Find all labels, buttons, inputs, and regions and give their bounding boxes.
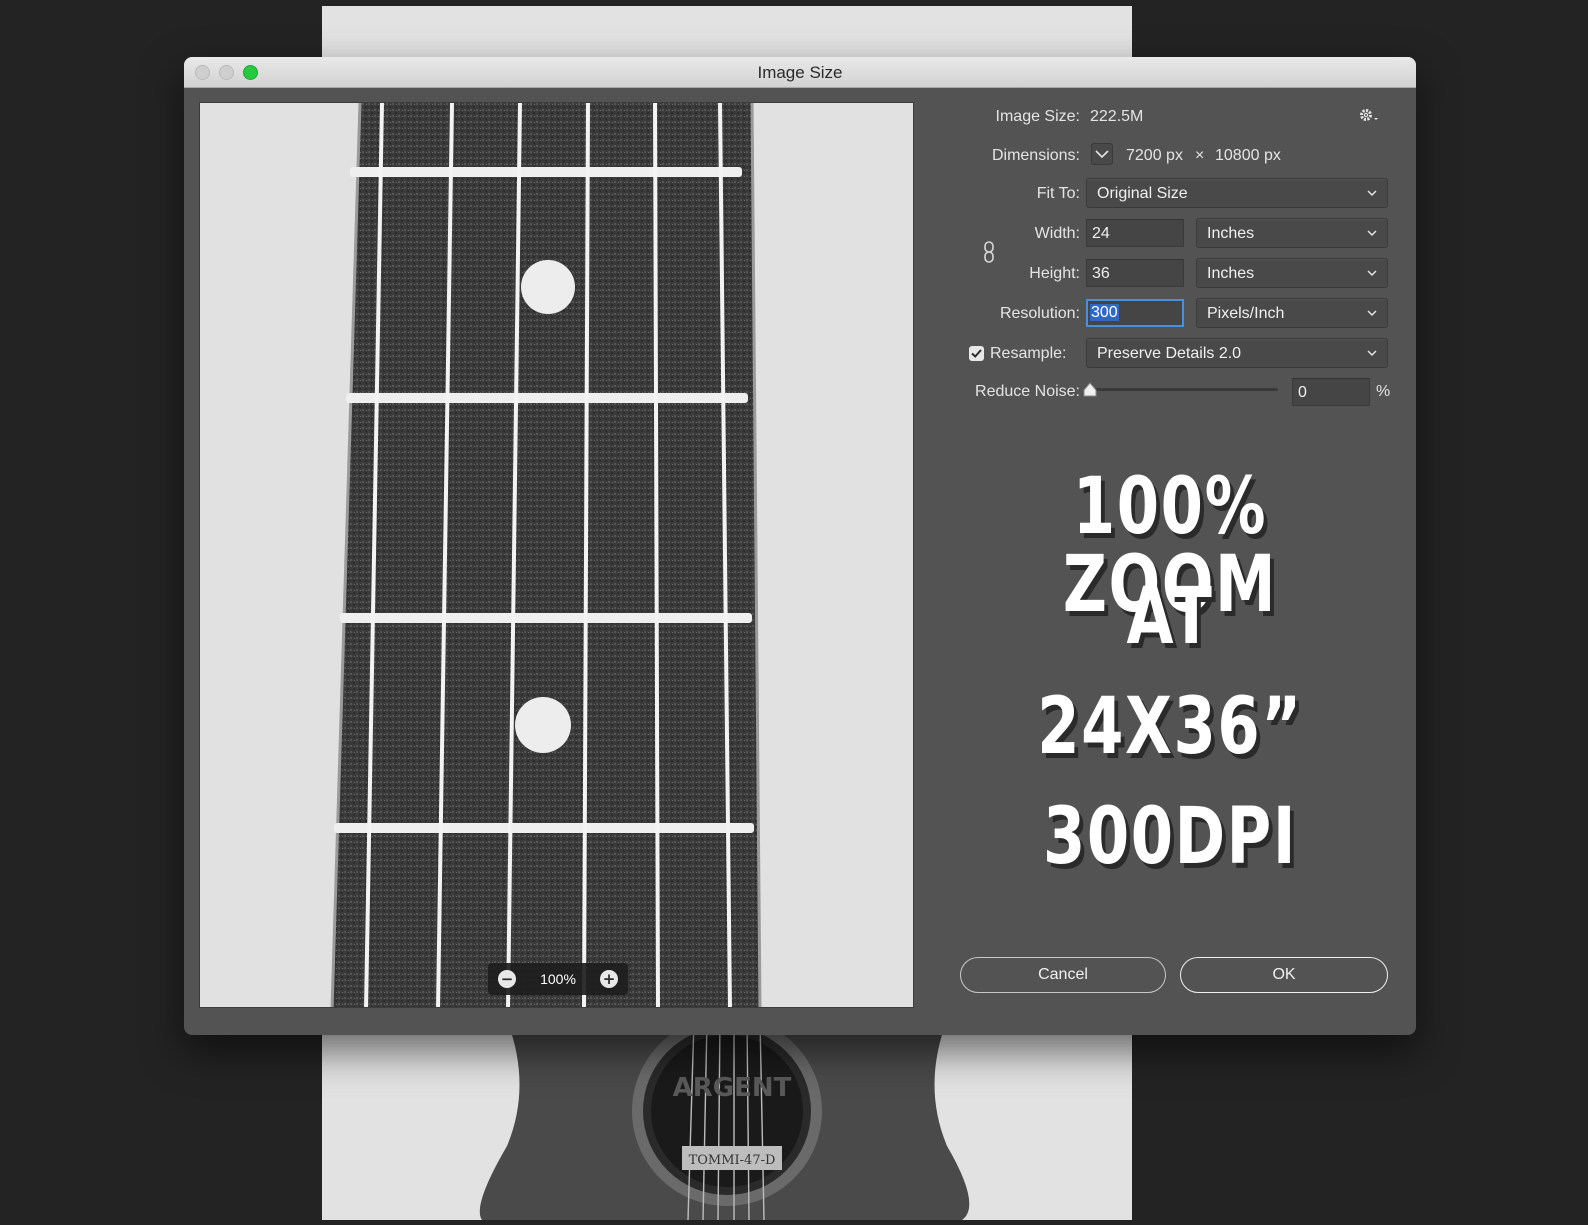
chevron-down-icon xyxy=(1367,310,1377,317)
image-size-value: 222.5M xyxy=(1090,108,1144,125)
reduce-noise-slider[interactable] xyxy=(1090,388,1278,391)
cancel-button[interactable]: Cancel xyxy=(960,957,1166,993)
dimensions-height: 10800 px xyxy=(1215,147,1281,164)
image-preview[interactable]: − 100% + xyxy=(199,102,914,1008)
width-unit-dropdown[interactable]: Inches xyxy=(1196,218,1388,248)
height-unit-value: Inches xyxy=(1207,265,1255,282)
title-bar[interactable]: Image Size xyxy=(184,57,1416,88)
preview-zoom-control: − 100% + xyxy=(488,963,628,995)
fit-to-label: Fit To: xyxy=(1036,185,1080,202)
constrain-proportions-link-icon[interactable] xyxy=(982,240,996,264)
reduce-noise-label: Reduce Noise: xyxy=(975,383,1080,400)
height-input[interactable]: 36 xyxy=(1086,259,1184,287)
dimensions-label: Dimensions: xyxy=(991,147,1080,164)
soundhole-model-text: TOMMI-47-D xyxy=(689,1153,776,1168)
fretboard-preview-image xyxy=(200,103,913,1007)
overlay-text-line-4: 300DPI xyxy=(1042,792,1298,882)
height-label: Height: xyxy=(1029,265,1080,282)
width-label: Width: xyxy=(1034,225,1080,242)
zoom-in-button[interactable]: + xyxy=(600,970,618,988)
resolution-unit-dropdown[interactable]: Pixels/Inch xyxy=(1196,298,1388,328)
reduce-noise-unit: % xyxy=(1376,383,1391,400)
dimensions-width: 7200 px xyxy=(1126,147,1183,164)
soundhole-label-text: ARGENT xyxy=(673,1073,792,1103)
overlay-text-line-2: AT xyxy=(1126,572,1214,662)
resample-method-value: Preserve Details 2.0 xyxy=(1097,345,1242,362)
fit-to-value: Original Size xyxy=(1097,185,1188,202)
window-title: Image Size xyxy=(757,63,843,82)
reduce-noise-input[interactable]: 0 xyxy=(1292,378,1370,406)
chevron-down-icon xyxy=(1367,230,1377,237)
resolution-unit-value: Pixels/Inch xyxy=(1207,305,1285,322)
checkmark-icon xyxy=(971,349,982,358)
overlay-text-line-3: 24X36” xyxy=(1037,682,1303,772)
ok-button[interactable]: OK xyxy=(1180,957,1388,993)
width-unit-value: Inches xyxy=(1207,225,1255,242)
resample-method-dropdown[interactable]: Preserve Details 2.0 xyxy=(1086,338,1388,368)
resolution-input[interactable]: 300 xyxy=(1086,299,1184,327)
dimensions-unit-dropdown[interactable] xyxy=(1091,143,1113,165)
resample-label: Resample: xyxy=(990,345,1067,362)
resolution-label: Resolution: xyxy=(999,305,1080,322)
gear-icon[interactable] xyxy=(1358,107,1382,125)
chevron-down-icon xyxy=(1367,190,1377,197)
chevron-down-icon xyxy=(1095,150,1109,159)
height-unit-dropdown[interactable]: Inches xyxy=(1196,258,1388,288)
reduce-noise-slider-thumb[interactable] xyxy=(1082,382,1098,398)
resample-checkbox[interactable] xyxy=(969,346,984,361)
chevron-down-icon xyxy=(1367,350,1377,357)
fit-to-dropdown[interactable]: Original Size xyxy=(1086,178,1388,208)
image-size-label: Image Size: xyxy=(995,108,1080,125)
dimensions-times: × xyxy=(1195,147,1205,164)
width-input[interactable]: 24 xyxy=(1086,219,1184,247)
resolution-value: 300 xyxy=(1090,304,1119,321)
chevron-down-icon xyxy=(1367,270,1377,277)
